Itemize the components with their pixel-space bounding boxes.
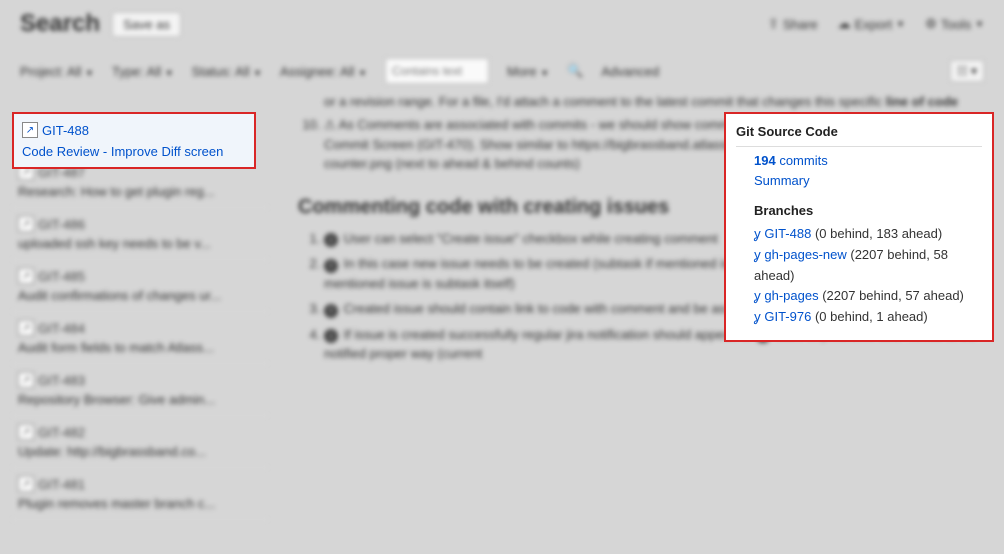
issue-summary: Code Review - Improve Diff screen (22, 144, 246, 159)
git-source-code-panel: Git Source Code 194 commits Summary Bran… (724, 112, 994, 342)
list-item[interactable]: ↗GIT-485Audit confirmations of changes u… (12, 260, 268, 312)
branch-icon: ỿ (754, 227, 761, 242)
branch-icon: ỿ (754, 248, 761, 263)
list-item[interactable]: ↗GIT-486uploaded ssh key needs to be v..… (12, 208, 268, 260)
branch-icon: ỿ (754, 310, 761, 325)
branch-link[interactable]: gh-pages (764, 288, 818, 303)
export-button[interactable]: ☁Export▼ (838, 16, 906, 32)
filter-more[interactable]: More ▼ (507, 64, 549, 79)
view-toggle[interactable]: ☷ ▾ (950, 60, 984, 82)
branch-link[interactable]: gh-pages-new (764, 247, 846, 262)
branches-heading: Branches (754, 201, 982, 221)
branch-row: ỿ gh-pages (2207 behind, 57 ahead) (754, 286, 982, 307)
list-item[interactable]: ↗GIT-481Plugin removes master branch c..… (12, 468, 268, 520)
branch-row: ỿ GIT-488 (0 behind, 183 ahead) (754, 224, 982, 245)
tools-button[interactable]: ⚙Tools▼ (925, 16, 984, 32)
filter-type[interactable]: Type: All ▼ (112, 64, 174, 79)
branch-row: ỿ gh-pages-new (2207 behind, 58 ahead) (754, 245, 982, 286)
branch-link[interactable]: GIT-976 (764, 309, 811, 324)
list-item[interactable]: ↗GIT-484Audit form fields to match Atlas… (12, 312, 268, 364)
panel-title: Git Source Code (736, 122, 982, 147)
page-title: Search (20, 10, 100, 38)
advanced-link[interactable]: Advanced (601, 64, 659, 79)
summary-link[interactable]: Summary (754, 173, 810, 188)
selected-issue-card[interactable]: ↗ GIT-488 Code Review - Improve Diff scre… (12, 112, 256, 169)
branch-row: ỿ GIT-976 (0 behind, 1 ahead) (754, 307, 982, 328)
branch-icon: ỿ (754, 289, 761, 304)
filter-status[interactable]: Status: All ▼ (192, 64, 262, 79)
issue-key: GIT-488 (42, 123, 89, 138)
issue-type-icon: ↗ (22, 122, 38, 138)
search-icon[interactable]: 🔍 (567, 63, 583, 79)
save-as-button[interactable]: Save as (112, 12, 181, 37)
commits-link[interactable]: 194 commits (754, 153, 828, 168)
list-item[interactable]: ↗GIT-483Repository Browser: Give admin..… (12, 364, 268, 416)
share-button[interactable]: ⇪Share (768, 16, 818, 32)
branch-link[interactable]: GIT-488 (764, 226, 811, 241)
filter-project[interactable]: Project: All ▼ (20, 64, 94, 79)
contains-text-input[interactable] (385, 58, 489, 84)
list-item[interactable]: ↗GIT-482Update: http://bigbrassband.co..… (12, 416, 268, 468)
filter-assignee[interactable]: Assignee: All ▼ (280, 64, 367, 79)
top-bar: Search Save as ⇪Share ☁Export▼ ⚙Tools▼ (0, 0, 1004, 54)
filter-bar: Project: All ▼ Type: All ▼ Status: All ▼… (0, 54, 1004, 94)
